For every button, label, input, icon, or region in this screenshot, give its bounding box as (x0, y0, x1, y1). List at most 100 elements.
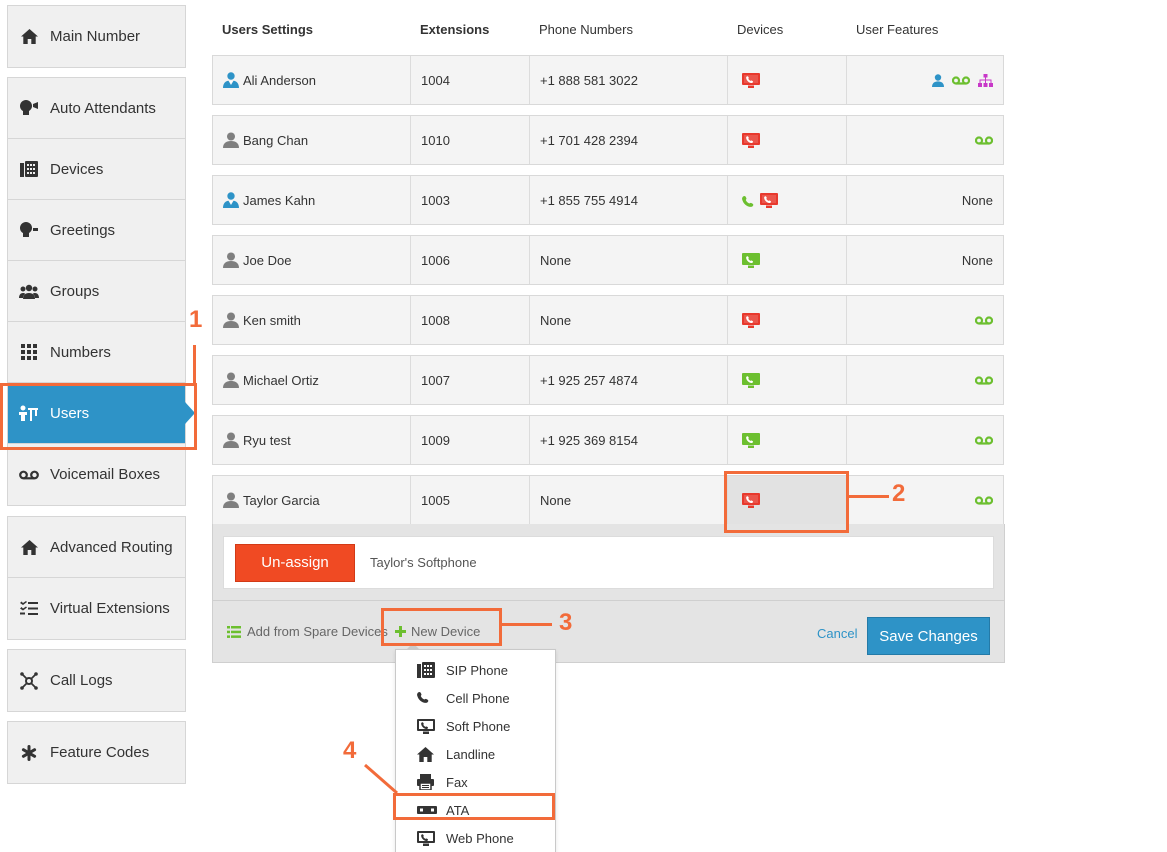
soft-phone-icon (417, 718, 437, 734)
softphone-icon[interactable] (742, 312, 760, 328)
sidebar-item-numbers[interactable]: Numbers (8, 322, 185, 383)
phone-number-cell: +1 925 369 8154 (530, 416, 728, 464)
sidebar-item-feature-codes[interactable]: Feature Codes (8, 722, 185, 783)
extension-cell: 1004 (411, 56, 530, 104)
sidebar-item-greetings[interactable]: Greetings (8, 200, 185, 261)
user-name: Joe Doe (243, 252, 292, 268)
user-row[interactable]: Ryu test 1009 +1 925 369 8154 (212, 415, 1004, 465)
voicemail-icon (975, 135, 993, 145)
sidebar-group: Main Number (7, 5, 186, 68)
sidebar-item-users[interactable]: Users (8, 383, 195, 444)
user-row[interactable]: Michael Ortiz 1007 +1 925 257 4874 (212, 355, 1004, 405)
unassign-button[interactable]: Un-assign (235, 543, 355, 582)
dropdown-item-label: Web Phone (446, 830, 514, 846)
user-icon (223, 372, 239, 388)
assigned-device-row: Un-assign Taylor's Softphone (223, 536, 994, 589)
sidebar-item-virtual-extensions[interactable]: Virtual Extensions (8, 578, 185, 639)
sidebar-item-label: Users (50, 404, 90, 422)
dropdown-item-label: Soft Phone (446, 718, 511, 734)
new-device-label: New Device (411, 624, 481, 639)
sidebar-item-label: Advanced Routing (50, 538, 173, 556)
softphone-icon[interactable] (742, 72, 760, 88)
cell-phone-icon (417, 690, 437, 706)
voicemail-icon (975, 375, 993, 385)
user-features-cell (847, 116, 1003, 164)
extension-cell: 1006 (411, 236, 530, 284)
sidebar-item-advanced-routing[interactable]: Advanced Routing (8, 517, 185, 578)
user-row[interactable]: Ken smith 1008 None (212, 295, 1004, 345)
devices-cell[interactable] (728, 56, 847, 104)
sidebar-group: Feature Codes (7, 721, 186, 784)
auto-attendant-icon (18, 99, 40, 117)
sidebar-item-call-logs[interactable]: Call Logs (8, 650, 185, 711)
user-row[interactable]: Bang Chan 1010 +1 701 428 2394 (212, 115, 1004, 165)
dropdown-item-label: Fax (446, 774, 468, 790)
devices-cell[interactable] (728, 296, 847, 344)
user-row[interactable]: Ali Anderson 1004 +1 888 581 3022 (212, 55, 1004, 105)
dropdown-item-landline[interactable]: Landline (396, 741, 555, 767)
softphone-icon[interactable] (742, 252, 760, 268)
dropdown-item-label: ATA (446, 802, 470, 818)
user-row[interactable]: Taylor Garcia 1005 None (212, 475, 1004, 525)
panel-divider (213, 600, 1004, 601)
softphone-icon[interactable] (742, 372, 760, 388)
header-users-settings: Users Settings (222, 22, 314, 37)
new-device-link[interactable]: New Device (395, 624, 480, 639)
sidebar-group: Call Logs (7, 649, 186, 712)
user-name: Ali Anderson (243, 72, 316, 88)
user-features-cell (847, 476, 1003, 524)
devices-cell[interactable] (728, 476, 847, 524)
sidebar-item-label: Auto Attendants (50, 99, 156, 117)
voicemail-icon (952, 75, 970, 85)
dropdown-item-soft-phone[interactable]: Soft Phone (396, 713, 555, 739)
cancel-link[interactable]: Cancel (817, 626, 857, 641)
user-name-cell: Joe Doe (213, 236, 411, 284)
user-icon (223, 312, 239, 328)
user-icon (223, 492, 239, 508)
dropdown-item-web-phone[interactable]: Web Phone (396, 825, 555, 851)
sidebar-item-main-number[interactable]: Main Number (8, 6, 185, 67)
add-from-spare-devices-label: Add from Spare Devices (247, 624, 388, 639)
dropdown-item-ata[interactable]: ATA (396, 797, 555, 823)
phone-number-cell: +1 855 755 4914 (530, 176, 728, 224)
dropdown-item-label: Cell Phone (446, 690, 510, 706)
softphone-icon[interactable] (742, 132, 760, 148)
devices-cell[interactable] (728, 236, 847, 284)
sidebar-item-label: Virtual Extensions (50, 600, 170, 617)
softphone-icon[interactable] (742, 432, 760, 448)
user-icon (223, 252, 239, 268)
devices-cell[interactable] (728, 416, 847, 464)
checklist-icon (18, 600, 40, 618)
user-feature-icon (932, 73, 944, 87)
user-name-cell: Ryu test (213, 416, 411, 464)
save-changes-button[interactable]: Save Changes (867, 617, 990, 655)
callout-number-1: 1 (189, 306, 203, 333)
fax-icon (417, 774, 437, 790)
user-row[interactable]: Joe Doe 1006 None None (212, 235, 1004, 285)
cell-phone-icon[interactable] (742, 196, 754, 208)
devices-cell[interactable] (728, 356, 847, 404)
asterisk-icon (18, 744, 40, 762)
user-features-cell (847, 416, 1003, 464)
sidebar-item-groups[interactable]: Groups (8, 261, 185, 322)
header-extensions: Extensions (420, 22, 490, 37)
dropdown-item-fax[interactable]: Fax (396, 769, 555, 795)
voicemail-icon (975, 315, 993, 325)
sidebar-item-auto-attendants[interactable]: Auto Attendants (8, 78, 185, 139)
dropdown-item-sip-phone[interactable]: SIP Phone (396, 657, 555, 683)
voicemail-icon (975, 495, 993, 505)
softphone-icon[interactable] (760, 192, 778, 208)
dropdown-item-cell-phone[interactable]: Cell Phone (396, 685, 555, 711)
add-from-spare-devices-link[interactable]: Add from Spare Devices (227, 624, 388, 639)
sidebar-item-devices[interactable]: Devices (8, 139, 185, 200)
sidebar-item-label: Voicemail Boxes (50, 466, 161, 483)
devices-cell[interactable] (728, 176, 847, 224)
user-row[interactable]: James Kahn 1003 +1 855 755 4914 None (212, 175, 1004, 225)
sidebar-item-voicemail-boxes[interactable]: Voicemail Boxes (8, 444, 185, 505)
group-icon (18, 282, 40, 300)
sidebar-item-label: Greetings (50, 221, 116, 239)
callout-number-4: 4 (343, 737, 357, 764)
ata-icon (417, 802, 437, 818)
devices-cell[interactable] (728, 116, 847, 164)
softphone-icon[interactable] (742, 492, 760, 508)
